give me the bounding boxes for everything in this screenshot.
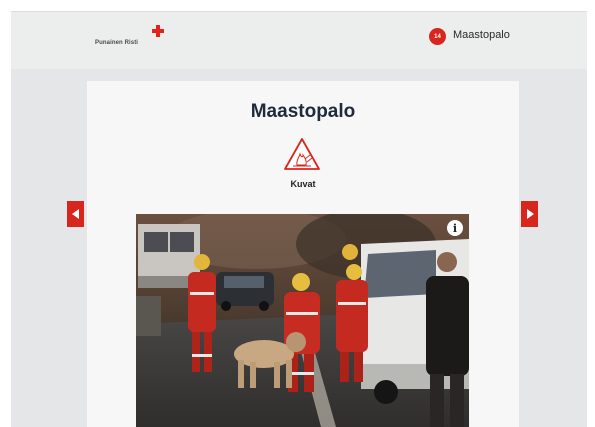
page-title: Maastopalo xyxy=(250,101,356,122)
prev-button[interactable] xyxy=(67,201,84,227)
count-badge: 14 xyxy=(429,28,446,45)
logo-text: Punainen Risti xyxy=(95,40,139,46)
chevron-right-icon xyxy=(526,209,534,219)
red-cross-logo-icon xyxy=(152,25,164,37)
header-bar: Punainen Risti 14 Maastopalo xyxy=(11,11,587,69)
info-icon: i xyxy=(452,221,458,235)
info-button[interactable]: i xyxy=(447,220,463,236)
chevron-left-icon xyxy=(71,209,79,219)
fire-warning-icon xyxy=(284,138,320,170)
incident-photo xyxy=(136,214,469,427)
section-label: Kuvat xyxy=(290,179,316,189)
app-frame: Punainen Risti 14 Maastopalo Maastopalo … xyxy=(11,11,587,427)
header-title: Maastopalo xyxy=(453,29,510,41)
next-button[interactable] xyxy=(521,201,538,227)
